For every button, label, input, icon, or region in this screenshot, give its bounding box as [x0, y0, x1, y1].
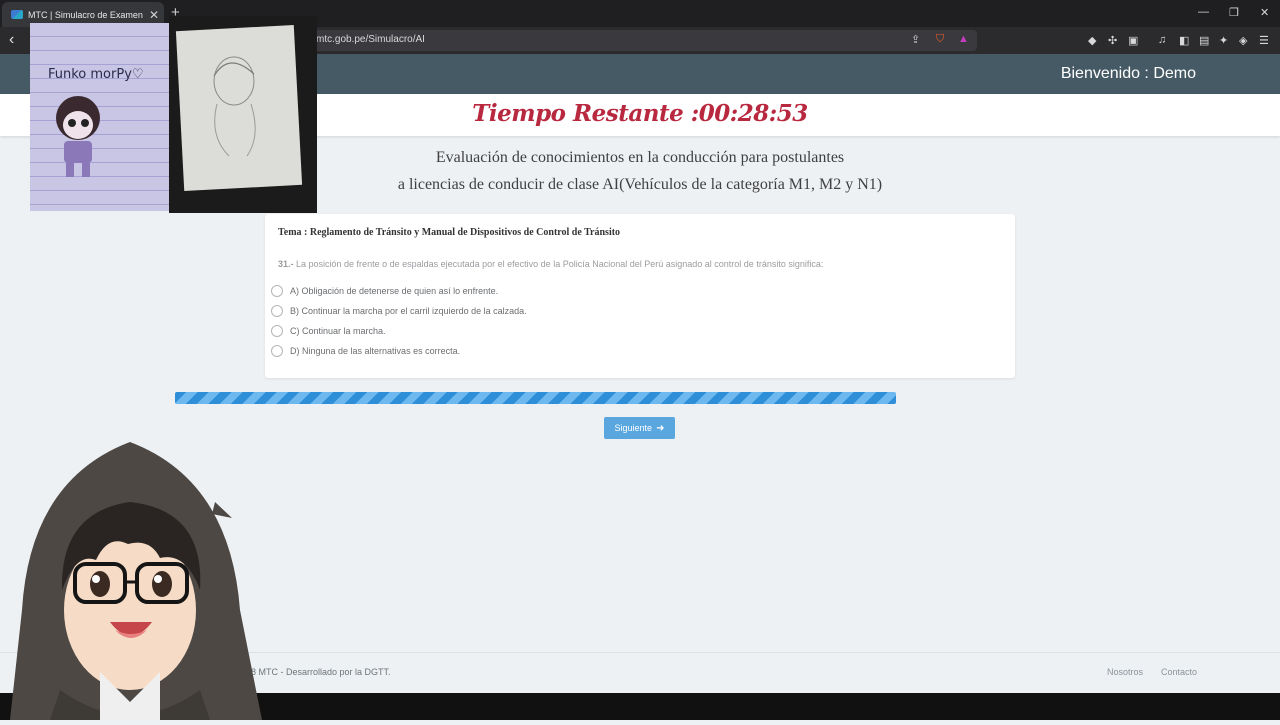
sidebar-icon[interactable]: ◧: [1179, 34, 1189, 47]
vpn-icon[interactable]: ◈: [1239, 34, 1247, 47]
share-icon[interactable]: ⇪: [911, 33, 920, 46]
url-text[interactable]: mtc.gob.pe/Simulacro/AI: [316, 34, 425, 45]
answer-option-a[interactable]: A) Obligación de detenerse de quien así …: [271, 285, 498, 297]
radio-button[interactable]: [271, 285, 283, 297]
menu-icon[interactable]: ☰: [1259, 34, 1269, 47]
answer-option-c[interactable]: C) Continuar la marcha.: [271, 325, 386, 337]
back-icon[interactable]: ‹: [9, 31, 14, 49]
answer-option-d[interactable]: D) Ninguna de las alternativas es correc…: [271, 345, 460, 357]
media-icon[interactable]: ♫: [1158, 34, 1166, 46]
brave-shield-icon[interactable]: ⛉: [936, 33, 944, 46]
extension-icon[interactable]: ◆: [1088, 34, 1096, 47]
question-body: La posición de frente o de espaldas ejec…: [293, 259, 824, 269]
footer-link-contacto[interactable]: Contacto: [1161, 667, 1197, 677]
minimize-button[interactable]: —: [1198, 6, 1209, 18]
arrow-right-icon: ➜: [656, 422, 665, 434]
avatar-icon: [10, 442, 262, 720]
welcome-text: Bienvenido : Demo: [1060, 65, 1196, 82]
question-text: 31.- La posición de frente o de espaldas…: [278, 259, 823, 269]
site-favicon-icon: [11, 10, 23, 19]
doodle-figure-icon: [56, 96, 100, 177]
answer-option-label: D) Ninguna de las alternativas es correc…: [290, 346, 461, 356]
address-bar[interactable]: mtc.gob.pe/Simulacro/AI ⇪ ⛉ ▲: [302, 30, 977, 51]
wallet-icon[interactable]: ▤: [1199, 34, 1209, 47]
tab-title: MTC | Simulacro de Examen de C: [28, 9, 143, 20]
radio-button[interactable]: [271, 325, 283, 337]
answer-option-b[interactable]: B) Continuar la marcha por el carril izq…: [271, 305, 527, 317]
drawing-photo-1: Funko morPy♡: [30, 23, 169, 211]
leo-icon[interactable]: ✦: [1219, 34, 1228, 47]
next-button[interactable]: Siguiente ➜: [604, 417, 675, 439]
answer-option-label: C) Continuar la marcha.: [290, 326, 386, 336]
answer-option-label: A) Obligación de detenerse de quien así …: [290, 286, 499, 296]
answer-option-label: B) Continuar la marcha por el carril izq…: [290, 306, 527, 316]
radio-button[interactable]: [271, 305, 283, 317]
close-window-button[interactable]: ✕: [1260, 6, 1269, 19]
radio-button[interactable]: [271, 345, 283, 357]
puzzle-icon[interactable]: ✣: [1108, 34, 1117, 47]
screenshot-icon[interactable]: ▣: [1128, 34, 1138, 47]
tab-close-icon[interactable]: ✕: [149, 8, 159, 22]
footer-link-nosotros[interactable]: Nosotros: [1107, 667, 1143, 677]
sketch-icon: [213, 56, 256, 157]
question-topic: Tema : Reglamento de Tránsito y Manual d…: [278, 227, 621, 238]
vtuber-avatar: [0, 440, 270, 720]
question-card: Tema : Reglamento de Tránsito y Manual d…: [265, 214, 1015, 378]
exam-progress-bar: [175, 392, 896, 404]
rewards-icon[interactable]: ▲: [958, 33, 969, 45]
restore-button[interactable]: ❐: [1229, 6, 1239, 19]
drawing-photo-2: [169, 16, 317, 213]
next-button-label: Siguiente: [614, 423, 653, 433]
question-number: 31.-: [278, 259, 294, 269]
